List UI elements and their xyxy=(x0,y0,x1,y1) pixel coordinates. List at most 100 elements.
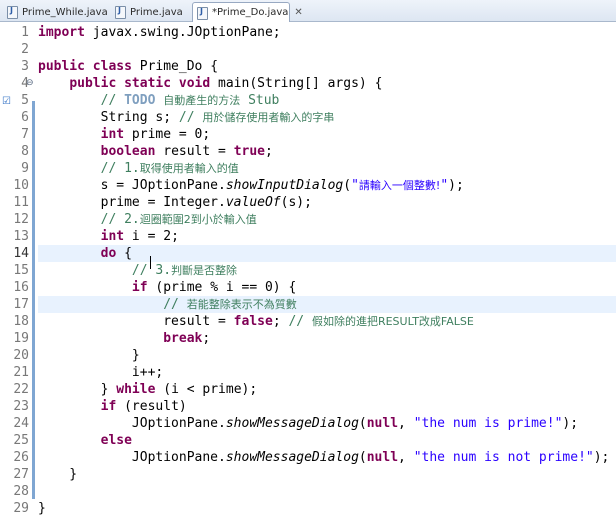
code-line[interactable]: JOptionPane.showMessageDialog(null, "the… xyxy=(38,415,616,432)
code-line[interactable]: // 1.取得使用者輸入的值 xyxy=(38,160,616,177)
code-token: int xyxy=(100,229,125,244)
code-line[interactable]: int prime = 0; xyxy=(38,126,616,143)
code-token: showInputDialog xyxy=(225,178,344,193)
code-line[interactable]: public static void main(String[] args) { xyxy=(38,75,616,92)
line-number: 18 xyxy=(13,314,29,329)
code-line[interactable]: String s; // 用於儲存使用者輸入的字串 xyxy=(38,109,616,126)
code-token: JOptionPane. xyxy=(38,416,226,431)
code-token: JOptionPane. xyxy=(38,450,226,465)
tab-prime[interactable]: Prime.java xyxy=(110,2,190,21)
code-line[interactable]: do { xyxy=(38,245,616,262)
code-token: int xyxy=(100,127,125,142)
code-line[interactable]: boolean result = true; xyxy=(38,143,616,160)
tab-label: *Prime_Do.java xyxy=(212,7,289,18)
code-token: // xyxy=(178,110,203,125)
code-token: // xyxy=(288,314,312,329)
code-line[interactable]: prime = Integer.valueOf(s); xyxy=(38,194,616,211)
code-token: ); xyxy=(448,178,464,193)
code-line[interactable]: // 若能整除表示不為質數 xyxy=(38,296,616,313)
code-token: // 2. xyxy=(100,212,140,227)
java-file-icon xyxy=(115,6,126,19)
code-line[interactable]: public class Prime_Do { xyxy=(38,58,616,75)
code-token: 判斷是否整除 xyxy=(171,264,238,277)
code-token: prime = 0; xyxy=(124,127,211,142)
line-number: 2 xyxy=(21,42,29,57)
code-line[interactable]: if (prime % i == 0) { xyxy=(38,279,616,296)
code-token: do xyxy=(100,246,117,261)
line-number: 19 xyxy=(13,331,29,346)
editor-tab-bar: Prime_While.java Prime.java *Prime_Do.ja… xyxy=(0,0,616,22)
code-line[interactable]: result = false; // 假如除的進把RESULT改成FALSE xyxy=(38,313,616,330)
code-token: 自動產生的方法 xyxy=(163,94,241,107)
code-token: result = xyxy=(38,314,234,329)
code-line[interactable]: int i = 2; xyxy=(38,228,616,245)
code-token: TODO xyxy=(124,93,156,108)
code-line[interactable]: break; xyxy=(38,330,616,347)
code-token: // xyxy=(163,297,187,312)
code-line[interactable]: else xyxy=(38,432,616,449)
close-tab-icon[interactable]: ✕ xyxy=(294,7,302,18)
code-line[interactable]: // 3.判斷是否整除 xyxy=(38,262,616,279)
code-token: ; xyxy=(202,331,211,346)
code-line[interactable] xyxy=(38,41,616,58)
code-token: else xyxy=(100,433,132,448)
code-token: (prime % i == 0) { xyxy=(147,280,297,295)
code-token: "the num is prime!" xyxy=(413,416,563,431)
code-line[interactable]: // TODO 自動產生的方法 Stub xyxy=(38,92,616,109)
code-token: // 1. xyxy=(100,161,140,176)
change-ruler-bar xyxy=(32,101,35,499)
code-token: if xyxy=(100,399,117,414)
code-token: true xyxy=(233,144,266,159)
code-line[interactable]: // 2.迴圈範圍2到小於輸入值 xyxy=(38,211,616,228)
line-number: 21 xyxy=(13,365,29,380)
code-token: boolean xyxy=(100,144,156,159)
code-line[interactable]: if (result) xyxy=(38,398,616,415)
java-file-icon xyxy=(197,6,208,20)
code-token: i = 2; xyxy=(124,229,179,244)
code-token: " xyxy=(440,178,449,193)
code-token: 請輸入一個整數! xyxy=(358,179,441,192)
tab-prime-do[interactable]: *Prime_Do.java ✕ xyxy=(192,2,303,22)
line-number: 10 xyxy=(13,178,29,193)
tab-label: Prime.java xyxy=(130,6,183,18)
tab-prime-while[interactable]: Prime_While.java xyxy=(2,2,108,21)
line-number: 14 xyxy=(13,246,29,261)
line-number: 1 xyxy=(21,25,29,40)
code-token: } xyxy=(38,348,140,363)
fold-collapse-icon[interactable]: ⊖ xyxy=(26,77,34,89)
code-line[interactable]: s = JOptionPane.showInputDialog("請輸入一個整數… xyxy=(38,177,616,194)
code-token: break xyxy=(163,331,203,346)
code-token: s = JOptionPane. xyxy=(38,178,226,193)
code-line[interactable]: } while (i < prime); xyxy=(38,381,616,398)
code-line[interactable]: import javax.swing.JOptionPane; xyxy=(38,24,616,41)
code-line[interactable]: } xyxy=(38,347,616,364)
line-number: 11 xyxy=(13,195,29,210)
code-line[interactable] xyxy=(38,483,616,500)
code-token: (result) xyxy=(116,399,187,414)
code-token: 若能整除表示不為質數 xyxy=(186,298,297,311)
code-line[interactable]: i++; xyxy=(38,364,616,381)
code-token: null xyxy=(366,450,399,465)
code-editor[interactable]: import javax.swing.JOptionPane; public cl… xyxy=(38,22,616,524)
code-token: result = xyxy=(155,144,234,159)
tab-label: Prime_While.java xyxy=(22,6,108,18)
code-token: , xyxy=(398,450,414,465)
code-token: i++; xyxy=(38,365,164,380)
code-line[interactable]: JOptionPane.showMessageDialog(null, "the… xyxy=(38,449,616,466)
text-cursor xyxy=(150,256,151,269)
code-token: "the num is not prime!" xyxy=(413,450,594,465)
code-line[interactable]: } xyxy=(38,500,616,517)
line-number: 26 xyxy=(13,450,29,465)
line-number: 17 xyxy=(13,297,29,312)
code-line[interactable]: } xyxy=(38,466,616,483)
task-marker-icon[interactable]: ☑ xyxy=(2,96,11,108)
code-token: } xyxy=(38,501,46,516)
code-token: Stub xyxy=(240,93,280,108)
